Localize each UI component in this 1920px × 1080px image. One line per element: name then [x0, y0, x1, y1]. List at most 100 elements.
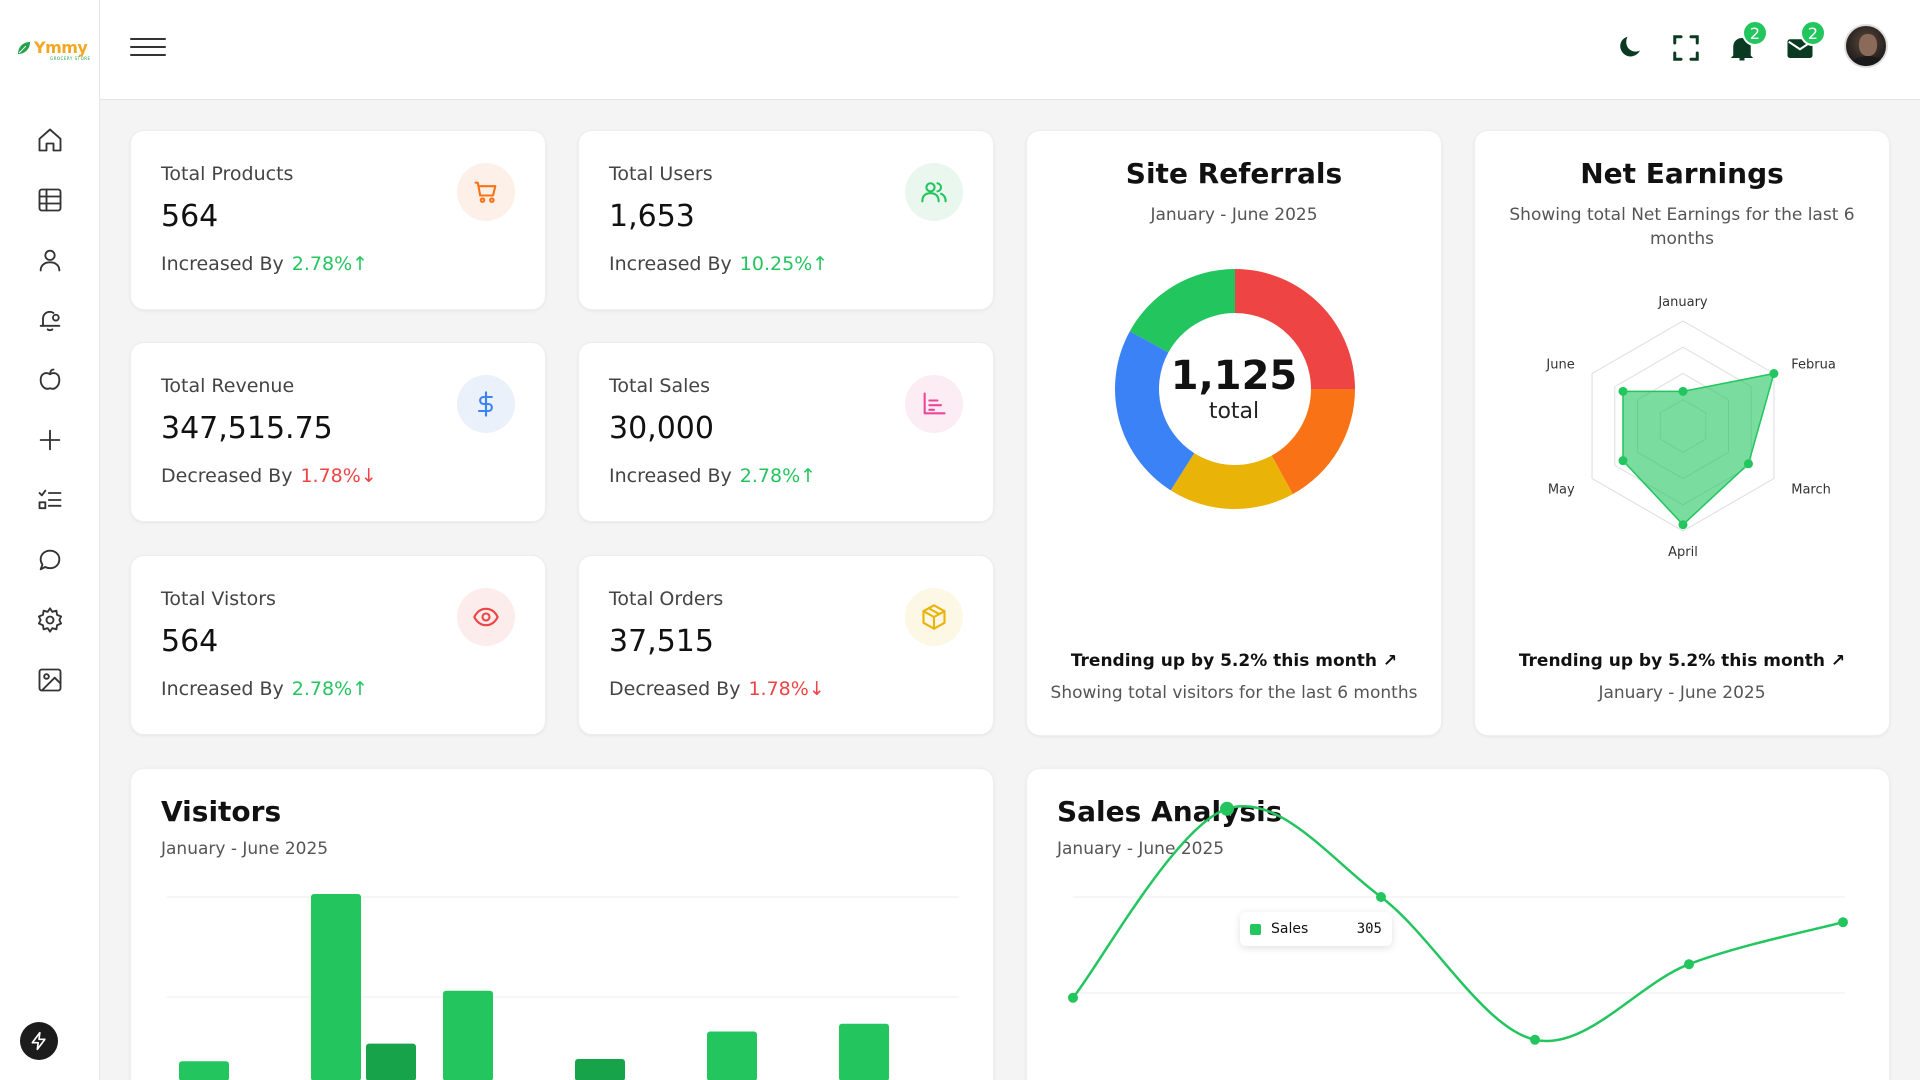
stat-value: 37,515	[609, 624, 714, 659]
donut-slice[interactable]	[1170, 453, 1293, 509]
stat-change-pct: 2.78%↑	[740, 465, 816, 487]
site-referrals-card: Site Referrals January - June 2025 1,125…	[1026, 130, 1442, 736]
stat-value: 1,653	[609, 199, 695, 234]
stat-icon-circle	[457, 588, 515, 646]
stat-change-pct: 10.25%↑	[740, 253, 828, 275]
trend-subtext: January - June 2025	[1598, 683, 1766, 703]
avatar-face	[1859, 34, 1877, 56]
tooltip-swatch	[1250, 923, 1261, 935]
trend-text: Trending up by 5.2% this month ↗	[1475, 651, 1889, 671]
sidebar-item-products[interactable]	[0, 350, 100, 410]
sales-point[interactable]	[1838, 917, 1848, 928]
radar-point[interactable]	[1678, 386, 1688, 396]
stat-change: Increased By 2.78%↑	[609, 465, 816, 487]
radar-point[interactable]	[1618, 386, 1628, 396]
visitor-bar[interactable]	[707, 1031, 757, 1080]
messages-button[interactable]: 2	[1780, 20, 1826, 68]
stat-change-text: Increased By	[609, 465, 732, 487]
sales-point[interactable]	[1068, 992, 1078, 1003]
stat-change: Increased By 10.25%↑	[609, 253, 828, 275]
visitor-bar[interactable]	[575, 1059, 625, 1080]
plus-icon	[39, 429, 61, 451]
sidebar-item-home[interactable]	[0, 110, 100, 170]
cart-icon	[474, 181, 497, 203]
user-avatar[interactable]	[1844, 24, 1888, 68]
stat-change-pct: 1.78%↓	[300, 465, 376, 487]
stat-change: Increased By 2.78%↑	[161, 253, 368, 275]
stat-change-value: 2.78%	[291, 678, 353, 700]
brand-tagline: GROCERY STORE	[50, 56, 91, 61]
stat-change-arrow: ↑	[812, 253, 829, 275]
card-title: Site Referrals	[1125, 157, 1343, 190]
sales-point[interactable]	[1684, 959, 1694, 970]
sidebar-item-user[interactable]	[0, 230, 100, 290]
tooltip-label: Sales	[1271, 921, 1309, 937]
visitor-bar[interactable]	[311, 894, 361, 1080]
dark-mode-toggle[interactable]	[1610, 28, 1650, 68]
visitor-bar[interactable]	[179, 1061, 229, 1080]
trend-label: Trending up by 5.2% this month	[1518, 651, 1825, 671]
radar-point[interactable]	[1769, 369, 1779, 378]
radar-point[interactable]	[1618, 456, 1628, 466]
sidebar-item-tasks[interactable]	[0, 470, 100, 530]
visitor-bar[interactable]	[839, 1023, 889, 1080]
checklist-icon	[38, 489, 62, 510]
fullscreen-button[interactable]	[1666, 28, 1706, 68]
stat-icon-circle	[905, 588, 963, 646]
eye-icon	[473, 607, 499, 627]
bolt-icon	[31, 1031, 46, 1051]
stat-change-value: 1.78%	[748, 678, 809, 700]
radar-axis-label: January	[1657, 295, 1708, 310]
top-header: 2 2	[100, 0, 1920, 100]
image-icon	[38, 668, 62, 692]
stat-change-value: 1.78%	[300, 465, 361, 487]
trend-label: Trending up by 5.2% this month	[1070, 651, 1377, 671]
stat-change-value: 2.78%	[291, 253, 353, 275]
sales-point[interactable]	[1530, 1034, 1540, 1045]
sidebar: Ymmy GROCERY STORE	[0, 0, 100, 1080]
menu-toggle-button[interactable]	[130, 38, 166, 60]
radar-point[interactable]	[1743, 459, 1753, 469]
visitor-bar[interactable]	[443, 990, 493, 1080]
card-subtitle: Showing total Net Earnings for the last …	[1509, 205, 1855, 249]
stat-label: Total Sales	[609, 375, 710, 397]
sidebar-item-chat[interactable]	[0, 530, 100, 590]
sidebar-item-add[interactable]	[0, 410, 100, 470]
stat-change-arrow: ↑	[800, 465, 817, 487]
visitors-card: Visitors January - June 2025	[130, 768, 994, 1080]
brand-name: Ymmy	[34, 38, 88, 57]
radar-point[interactable]	[1678, 520, 1688, 530]
stat-change-arrow: ↑	[352, 678, 369, 700]
sidebar-item-table[interactable]	[0, 170, 100, 230]
stat-value: 30,000	[609, 411, 714, 446]
notifications-button[interactable]: 2	[1722, 20, 1768, 68]
fullscreen-icon	[1673, 35, 1699, 61]
sales-tooltip: Sales 305	[1240, 912, 1392, 946]
user-icon	[39, 249, 61, 272]
brand-logo[interactable]: Ymmy GROCERY STORE	[16, 38, 90, 61]
stat-change-text: Increased By	[161, 678, 284, 700]
apple-icon	[39, 368, 61, 390]
stat-change-value: 2.78%	[739, 465, 801, 487]
sales-line-chart	[1068, 801, 1848, 1045]
sidebar-item-gallery[interactable]	[0, 650, 100, 710]
sales-line	[1072, 805, 1844, 1043]
sidebar-item-settings[interactable]	[0, 590, 100, 650]
stat-change-arrow: ↑	[352, 253, 369, 275]
visitor-bar[interactable]	[366, 1043, 416, 1080]
quick-action-button[interactable]	[20, 1022, 58, 1060]
stat-icon-circle	[457, 375, 515, 433]
menu-line	[130, 46, 166, 48]
trend-up-icon: ↗	[1830, 651, 1846, 671]
moon-icon	[1620, 36, 1640, 57]
radar-axis-label: March	[1791, 483, 1831, 498]
sales-point[interactable]	[1220, 801, 1234, 816]
stat-value: 347,515.75	[161, 411, 333, 446]
sales-point[interactable]	[1376, 892, 1386, 902]
stat-label: Total Vistors	[161, 588, 276, 610]
radar-area	[1622, 372, 1775, 526]
sidebar-item-notifications[interactable]	[0, 290, 100, 350]
stat-change-text: Decreased By	[609, 678, 741, 700]
radar-axis-label: June	[1545, 358, 1574, 373]
stat-card: Total Users 1,653 Increased By 10.25%↑	[578, 130, 994, 310]
